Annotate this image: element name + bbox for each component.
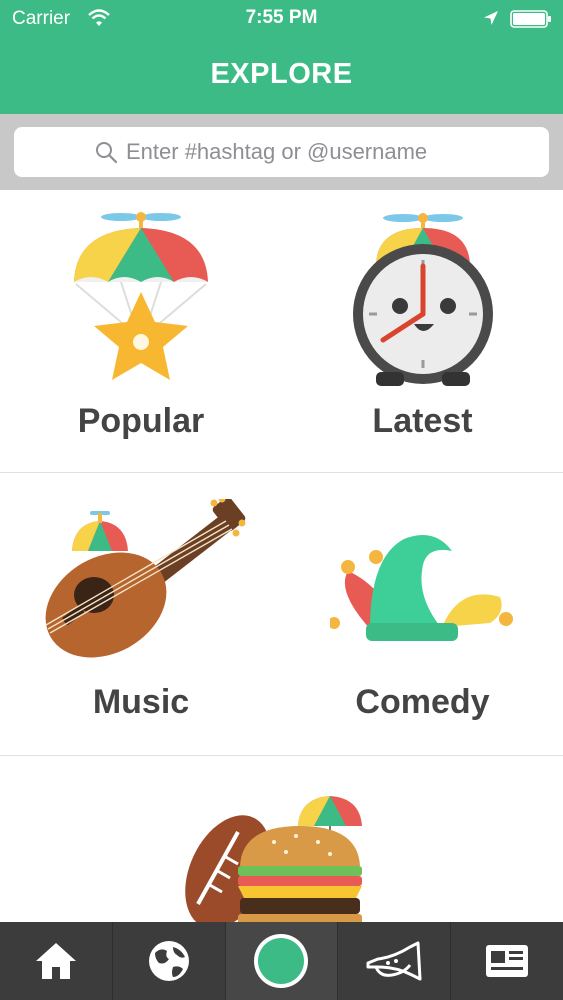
search-input[interactable] (126, 134, 526, 170)
category-grid: Popular Latest Music Comedy (0, 190, 563, 922)
news-icon (486, 945, 529, 977)
alarm-clock-icon (353, 213, 493, 386)
tab-record[interactable] (225, 922, 339, 1000)
tab-explore[interactable] (113, 922, 226, 1000)
tab-news[interactable] (451, 922, 563, 1000)
status-time: 7:55 PM (245, 7, 318, 28)
tab-home[interactable] (0, 922, 113, 1000)
tab-bar (0, 922, 563, 1000)
top-bar: Carrier 7:55 PM EXPLORE (0, 0, 563, 114)
category-tile-popular[interactable]: Popular (0, 190, 283, 473)
guitar-icon (45, 499, 246, 658)
category-tile-latest[interactable]: Latest (282, 190, 563, 473)
parachute-star-icon (74, 212, 208, 380)
horn-icon (366, 941, 422, 981)
record-icon (254, 934, 309, 988)
category-tile-comedy[interactable]: Comedy (282, 473, 563, 756)
status-bar: Carrier 7:55 PM (0, 0, 563, 38)
search-area (0, 114, 563, 190)
category-label: Popular (77, 402, 205, 440)
category-label: Music (92, 683, 190, 721)
search-bar[interactable] (14, 127, 549, 177)
jester-hat-icon (330, 535, 513, 641)
battery-icon (510, 10, 551, 28)
home-icon (35, 943, 76, 979)
category-tile-food[interactable] (0, 756, 563, 922)
tab-activity[interactable] (338, 922, 452, 1000)
search-icon (96, 142, 118, 164)
category-label: Latest (372, 402, 473, 440)
category-label: Comedy (355, 683, 490, 721)
page-title: EXPLORE (210, 58, 353, 90)
category-tile-music[interactable]: Music (0, 473, 283, 756)
football-burger-icon (185, 796, 362, 922)
location-arrow-icon (484, 11, 498, 25)
globe-icon (148, 941, 189, 981)
